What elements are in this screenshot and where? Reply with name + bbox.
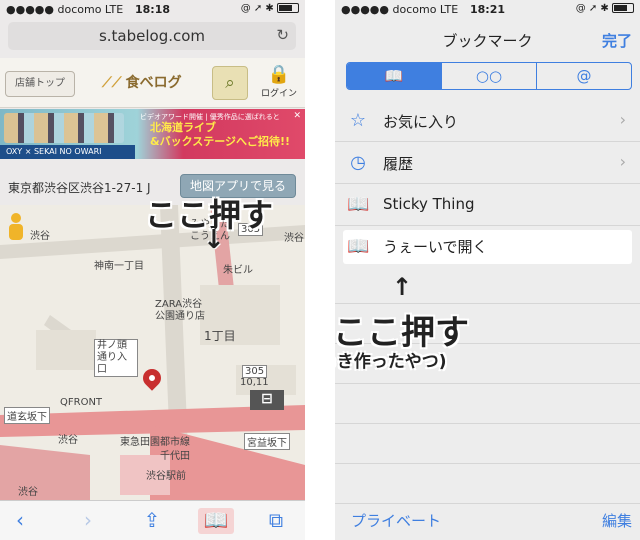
book-icon: 📖: [347, 236, 370, 257]
empty-row: [335, 264, 640, 304]
logo-text: 食べログ: [125, 75, 182, 91]
map-label: 宮益坂下: [244, 433, 290, 450]
annotation-arrow-down: ↓: [203, 225, 225, 255]
map-label: ZARA渋谷 公園通り店: [155, 299, 205, 322]
street-view-pegman-icon[interactable]: [8, 213, 24, 241]
bookmarks-screen: ●●●●● docomo LTE 18:21 @ ➚ ✱ ブックマーク 完了 📖…: [335, 0, 640, 540]
nav-bar: ブックマーク 完了: [335, 22, 640, 58]
login-button[interactable]: 🔒 ログイン: [256, 64, 302, 104]
lock-icon: 🔒: [267, 64, 291, 85]
login-label: ログイン: [260, 89, 297, 99]
chevron-right-icon: ›: [619, 152, 626, 171]
address-bar[interactable]: s.tabelog.com ↻: [8, 22, 296, 50]
chevron-right-icon: ›: [619, 110, 626, 129]
bookmarks-toolbar: プライベート 編集: [335, 500, 640, 540]
map-marker-a[interactable]: ⊟: [250, 390, 284, 410]
map-label: QFRONT: [60, 397, 103, 408]
banner-strip: OXY × SEKAI NO OWARI: [0, 145, 135, 159]
map-label: 渋谷: [30, 231, 50, 242]
segment-reading-list-icon[interactable]: ○○: [442, 63, 537, 89]
private-button[interactable]: プライベート: [351, 510, 441, 531]
map-label: 渋谷: [284, 233, 304, 244]
map-label: 1丁目: [204, 329, 236, 343]
empty-row: [335, 464, 640, 504]
empty-row: [335, 384, 640, 424]
status-bar: ●●●●● docomo LTE 18:18 @ ➚ ✱: [0, 0, 305, 20]
annotation-note: (さっき作ったやつ): [335, 352, 447, 372]
safari-toolbar: ‹ › ⇪ 📖 ⧉: [0, 500, 305, 540]
map-label: 朱ビル: [223, 265, 253, 276]
forward-icon[interactable]: ›: [70, 508, 106, 534]
share-icon[interactable]: ⇪: [134, 508, 170, 534]
chopsticks-icon: ⟋⟋: [102, 75, 122, 91]
map-label: 千代田: [160, 451, 190, 462]
url-text[interactable]: s.tabelog.com: [8, 27, 296, 45]
map-label: 神南一丁目: [94, 261, 144, 272]
bookmark-segmented-control: 📖 ○○ @: [346, 62, 632, 90]
bookmark-favorites[interactable]: ☆ お気に入り ›: [335, 100, 640, 142]
map-label: 10,11: [240, 377, 269, 388]
star-icon: ☆: [349, 110, 367, 131]
bookmarks-icon[interactable]: 📖: [198, 508, 234, 534]
page-title: ブックマーク: [442, 32, 533, 50]
bookmark-history[interactable]: ◷ 履歴 ›: [335, 142, 640, 184]
status-symbols: @ ➚ ✱: [240, 3, 274, 14]
store-top-button[interactable]: 店舗トップ: [5, 71, 75, 97]
status-icons: @ ➚ ✱: [576, 3, 634, 14]
map-label: 井ノ頭 通り入口: [94, 339, 138, 377]
annotation-arrow-up: ↑: [392, 273, 413, 301]
banner-line1: 北海道ライブ: [150, 121, 216, 134]
safari-screen: ●●●●● docomo LTE 18:18 @ ➚ ✱ s.tabelog.c…: [0, 0, 305, 540]
battery-icon: [612, 3, 634, 13]
bookmark-label: Sticky Thing: [383, 195, 475, 213]
clock-icon: ◷: [350, 152, 366, 173]
status-bar: ●●●●● docomo LTE 18:21 @ ➚ ✱: [335, 0, 640, 20]
banner-close-icon[interactable]: ✕: [293, 111, 301, 121]
map-view[interactable]: 渋谷 神南一丁目 みやした こうえん 305 渋谷 朱ビル ZARA渋谷 公園通…: [0, 205, 305, 500]
site-header: 店舗トップ ⟋⟋ 食べログ ⌕ 🔒 ログイン: [0, 58, 305, 108]
map-label: 道玄坂下: [4, 407, 50, 424]
done-button[interactable]: 完了: [602, 30, 632, 51]
segment-bookmarks-icon[interactable]: 📖: [347, 63, 442, 89]
bookmark-open-with-uei[interactable]: 📖 うぇーいで開く: [343, 230, 632, 264]
bookmark-label: お気に入り: [383, 113, 459, 131]
map-label: 渋谷: [18, 487, 38, 498]
bookmark-label: うぇーいで開く: [383, 238, 488, 256]
segment-shared-links-icon[interactable]: @: [537, 63, 631, 89]
map-roads: [0, 205, 305, 500]
banner-line2: &バックステージへご招待!!: [150, 135, 291, 148]
map-label: 渋谷駅前: [146, 471, 186, 482]
band-photo: [4, 113, 124, 143]
status-symbols: @ ➚ ✱: [575, 3, 609, 14]
address-text: 東京都渋谷区渋谷1-27-1 J: [8, 181, 151, 195]
status-icons: @ ➚ ✱: [241, 3, 299, 14]
empty-row: [335, 424, 640, 464]
battery-icon: [277, 3, 299, 13]
map-label: 渋谷: [58, 435, 78, 446]
search-button[interactable]: ⌕: [212, 66, 248, 100]
bookmark-label: 履歴: [383, 155, 414, 173]
map-label: 東急田園都市線: [120, 437, 190, 448]
tabelog-logo[interactable]: ⟋⟋ 食べログ: [102, 72, 182, 92]
search-icon: ⌕: [225, 73, 235, 93]
reload-icon[interactable]: ↻: [276, 26, 289, 44]
book-icon: 📖: [347, 194, 370, 215]
ad-banner[interactable]: ビデオアワード開催 | 優秀作品に選ばれると 北海道ライブ &バックステージへご…: [0, 109, 305, 159]
edit-button[interactable]: 編集: [602, 510, 632, 531]
back-icon[interactable]: ‹: [2, 508, 38, 534]
bookmark-sticky-thing[interactable]: 📖 Sticky Thing: [335, 184, 640, 226]
tabs-icon[interactable]: ⧉: [258, 508, 294, 534]
banner-headline: 北海道ライブ &バックステージへご招待!!: [150, 121, 290, 149]
